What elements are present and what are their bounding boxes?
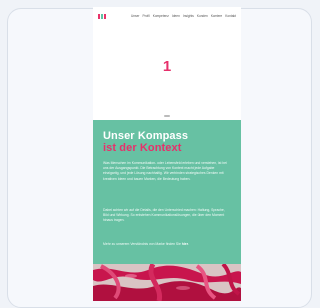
nav-item[interactable]: Karriere [211, 14, 222, 18]
logo-bar [101, 13, 103, 19]
site-logo[interactable] [98, 13, 106, 19]
section-heading: Unser Kompass ist der Kontext [103, 130, 188, 154]
nav-item[interactable]: Kompetenz [153, 14, 169, 18]
nav-item[interactable]: Ideen [172, 14, 180, 18]
body-paragraph: Was Menschen im Kommunikation- oder Lebe… [103, 161, 227, 181]
nav-item[interactable]: Profil [142, 14, 149, 18]
logo-bar [98, 13, 100, 19]
kompass-section: Unser Kompass ist der Kontext Was Mensch… [93, 120, 241, 264]
heading-line-1: Unser Kompass [103, 130, 189, 142]
nav-item[interactable]: Kontakt [225, 14, 236, 18]
heading-line-2: ist der Kontext [103, 142, 182, 154]
nav-item[interactable]: Unser [131, 14, 140, 18]
hero-number: 1 [162, 58, 172, 75]
logo-bar [104, 13, 106, 19]
hero-section: 1 [93, 25, 241, 120]
main-nav: Unser Profil Kompetenz Ideen Insights Ku… [131, 14, 236, 18]
paragraph-text: Mehr zu unserem Verständnis von Marke fi… [103, 242, 181, 246]
nav-item[interactable]: Insights [183, 14, 194, 18]
paragraph-text: . [188, 242, 189, 246]
site-header: Unser Profil Kompetenz Ideen Insights Ku… [93, 7, 241, 25]
ribbon-image [93, 264, 241, 301]
ribbon-photo [93, 264, 241, 301]
body-paragraph: Dabei achten wir auf die Details, die de… [103, 208, 225, 223]
nav-item[interactable]: Kunden [197, 14, 208, 18]
website-preview: Unser Profil Kompetenz Ideen Insights Ku… [93, 7, 241, 301]
body-paragraph: Mehr zu unserem Verständnis von Marke fi… [103, 242, 227, 247]
scroll-indicator[interactable] [164, 115, 170, 117]
